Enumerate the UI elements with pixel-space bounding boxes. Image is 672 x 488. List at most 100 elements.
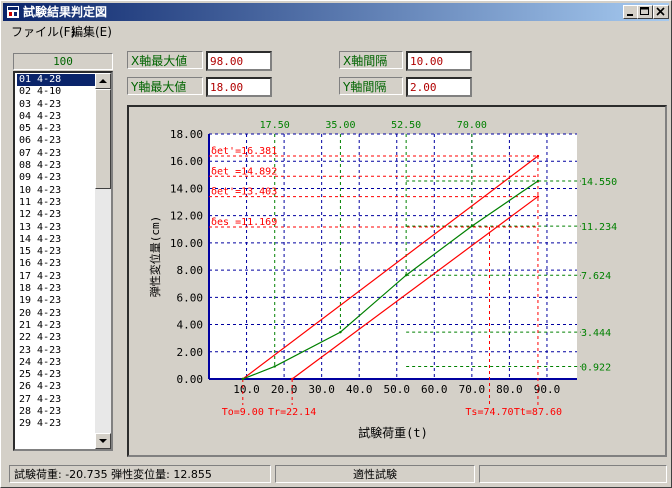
app-icon: [7, 6, 19, 18]
bottom-value-label: Tt=87.60: [514, 407, 562, 418]
scroll-up-button[interactable]: [95, 73, 111, 89]
list-item[interactable]: 02 4-10: [17, 86, 97, 98]
series-point: [470, 224, 474, 228]
x-tick-label: 80.0: [496, 383, 523, 396]
bottom-value-label: Tr=22.14: [268, 407, 316, 418]
list-item[interactable]: 25 4-23: [17, 369, 97, 381]
list-item[interactable]: 21 4-23: [17, 320, 97, 332]
status-extra: [479, 465, 667, 483]
series-point: [273, 365, 276, 368]
series-point: [290, 377, 294, 381]
list-item[interactable]: 11 4-23: [17, 197, 97, 209]
x-tick-label: 60.0: [421, 383, 448, 396]
maximize-icon: [640, 7, 649, 15]
menu-bar: ファイル(F) 編集(E): [3, 23, 669, 41]
list-item[interactable]: 06 4-23: [17, 135, 97, 147]
x-step-input[interactable]: 10.00: [406, 51, 472, 71]
list-item[interactable]: 14 4-23: [17, 234, 97, 246]
series-point: [536, 195, 540, 198]
series-point: [536, 154, 540, 158]
red-value-label: δes =11.169: [211, 217, 277, 228]
red-value-label: δet'=16.381: [211, 146, 277, 157]
list-item[interactable]: 10 4-23: [17, 185, 97, 197]
record-list[interactable]: 01 4-28 02 4-10 03 4-23 04 4-23 05 4-23 06 4-…: [13, 71, 113, 451]
minimize-icon: [627, 14, 633, 16]
top-tick-label: 52.50: [391, 120, 421, 131]
list-item[interactable]: 27 4-23: [17, 394, 97, 406]
green-value-label: 14.550: [581, 177, 617, 188]
x-tick-label: 50.0: [384, 383, 411, 396]
y-step-label: Y軸間隔: [339, 77, 403, 95]
list-item[interactable]: 01 4-28: [16, 72, 98, 88]
list-item[interactable]: 07 4-23: [17, 148, 97, 160]
list-item[interactable]: 15 4-23: [17, 246, 97, 258]
y-tick-label: 2.00: [177, 346, 204, 359]
green-value-label: 7.624: [581, 271, 611, 282]
list-item[interactable]: 23 4-23: [17, 345, 97, 357]
close-icon: [656, 7, 665, 16]
bottom-value-label: Ts=74.70: [465, 407, 513, 418]
list-item[interactable]: 13 4-23: [17, 222, 97, 234]
status-bar: 試験荷重: -20.735 弾性変位量: 12.855 適性試験: [3, 465, 669, 485]
title-bar[interactable]: 試験結果判定図: [3, 3, 669, 21]
y-max-label: Y軸最大値: [127, 77, 203, 95]
y-tick-label: 10.00: [170, 237, 203, 250]
series-point: [404, 274, 408, 277]
close-button[interactable]: [653, 5, 669, 19]
list-item[interactable]: 28 4-23: [17, 406, 97, 418]
maximize-button[interactable]: [637, 5, 653, 19]
y-step-input[interactable]: 2.00: [406, 77, 472, 97]
y-max-input[interactable]: 18.00: [206, 77, 272, 97]
list-item[interactable]: 03 4-23: [17, 99, 97, 111]
chart-panel[interactable]: 0.00 2.00 4.00 6.00 8.00 10.00 12.00 14.00 16.00…: [127, 105, 667, 457]
arrow-up-icon: [99, 79, 107, 83]
series-point: [339, 330, 342, 334]
green-value-label: 0.922: [581, 362, 611, 373]
arrow-down-icon: [99, 439, 107, 443]
x-tick-label: 20.0: [271, 383, 298, 396]
list-item[interactable]: 17 4-23: [17, 271, 97, 283]
record-count: 100: [13, 53, 113, 70]
list-item[interactable]: 08 4-23: [17, 160, 97, 172]
record-list-items: 01 4-28 02 4-10 03 4-23 04 4-23 05 4-23 06 4-…: [16, 72, 98, 431]
scroll-down-button[interactable]: [95, 433, 111, 449]
list-item[interactable]: 18 4-23: [17, 283, 97, 295]
x-step-label: X軸間隔: [339, 51, 403, 69]
x-max-input[interactable]: 98.00: [206, 51, 272, 71]
y-tick-label: 4.00: [177, 319, 204, 332]
list-item[interactable]: 22 4-23: [17, 332, 97, 344]
list-item[interactable]: 19 4-23: [17, 295, 97, 307]
list-item[interactable]: 09 4-23: [17, 172, 97, 184]
list-item[interactable]: 16 4-23: [17, 258, 97, 270]
y-tick-label: 12.00: [170, 210, 203, 223]
x-max-label: X軸最大値: [127, 51, 203, 69]
y-axis-title: 弾性変位量(cm): [148, 216, 162, 298]
status-readout: 試験荷重: -20.735 弾性変位量: 12.855: [9, 465, 271, 483]
top-tick-label: 35.00: [325, 120, 355, 131]
status-mode: 適性試験: [275, 465, 475, 483]
scroll-thumb[interactable]: [95, 89, 111, 189]
list-item[interactable]: 24 4-23: [17, 357, 97, 369]
x-tick-label: 30.0: [308, 383, 335, 396]
list-item[interactable]: 04 4-23: [17, 111, 97, 123]
list-scrollbar[interactable]: [95, 73, 111, 449]
y-tick-label: 8.00: [177, 264, 204, 277]
y-tick-label: 14.00: [170, 182, 203, 195]
y-tick-label: 0.00: [177, 373, 204, 386]
list-item[interactable]: 20 4-23: [17, 308, 97, 320]
menu-file[interactable]: ファイル(F): [11, 23, 75, 41]
judgement-chart[interactable]: 0.00 2.00 4.00 6.00 8.00 10.00 12.00 14.00 16.00…: [129, 107, 665, 455]
top-tick-label: 17.50: [260, 120, 290, 131]
list-item[interactable]: 29 4-23: [17, 418, 97, 430]
list-item[interactable]: 26 4-23: [17, 381, 97, 393]
y-tick-label: 18.00: [170, 128, 203, 141]
x-tick-label: 70.0: [459, 383, 486, 396]
x-axis-title: 試験荷重(t): [358, 425, 428, 440]
menu-edit[interactable]: 編集(E): [71, 23, 112, 41]
list-item[interactable]: 05 4-23: [17, 123, 97, 135]
series-point: [241, 377, 244, 381]
x-tick-label: 10.0: [233, 383, 260, 396]
window-title: 試験結果判定図: [23, 5, 108, 19]
list-item[interactable]: 12 4-23: [17, 209, 97, 221]
green-value-label: 3.444: [581, 328, 611, 339]
